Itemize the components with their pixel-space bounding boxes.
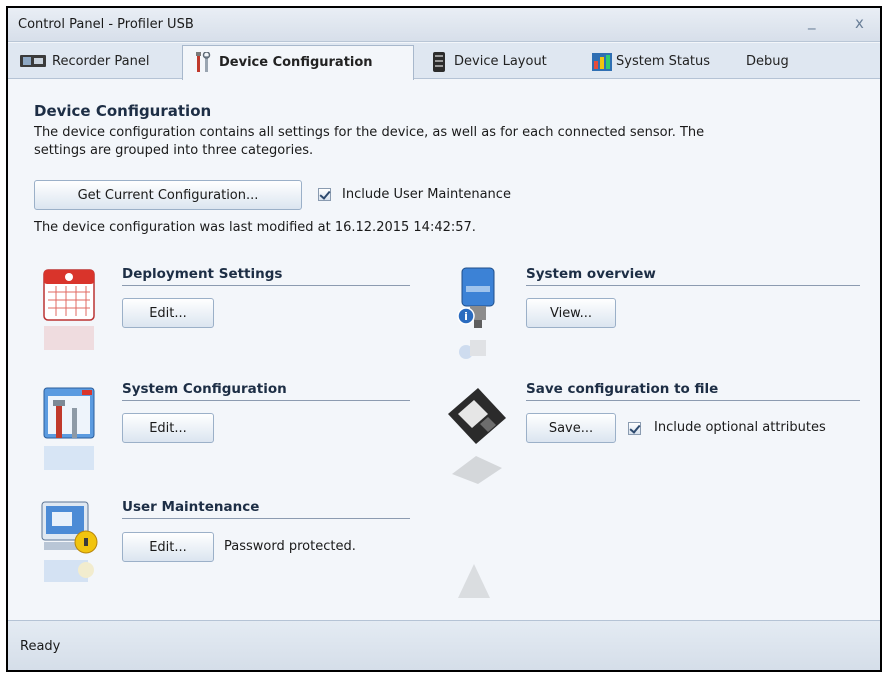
tab-label: Debug	[746, 54, 789, 69]
tab-device-configuration[interactable]: Device Configuration	[182, 45, 414, 80]
recorder-panel-icon	[20, 54, 46, 72]
device-layout-icon	[432, 52, 446, 76]
password-protected-text: Password protected.	[224, 539, 356, 554]
page-description: The device configuration contains all se…	[34, 125, 705, 158]
sensor-info-icon: i	[452, 266, 504, 370]
section-divider	[122, 518, 410, 519]
deployment-settings-title: Deployment Settings	[122, 266, 283, 282]
svg-text:i: i	[464, 310, 468, 323]
tools-window-icon	[42, 386, 100, 482]
computer-lock-icon	[40, 500, 102, 596]
minimize-button[interactable]: _	[808, 12, 816, 30]
tab-system-status[interactable]: System Status	[586, 45, 736, 79]
tab-bar: Recorder Panel Device Configuration Devi…	[8, 43, 880, 80]
tab-label: Recorder Panel	[52, 54, 150, 69]
section-divider	[122, 285, 410, 286]
status-text: Ready	[20, 639, 61, 654]
system-overview-view-button[interactable]: View...	[526, 298, 616, 328]
tab-label: Device Configuration	[219, 55, 373, 70]
tab-label: System Status	[616, 54, 711, 69]
section-divider	[526, 285, 860, 286]
include-user-maintenance-label: Include User Maintenance	[342, 187, 511, 202]
section-divider	[526, 400, 860, 401]
get-current-configuration-button[interactable]: Get Current Configuration...	[34, 180, 302, 210]
close-button[interactable]: x	[855, 14, 864, 32]
tab-debug[interactable]: Debug	[746, 45, 806, 79]
last-modified-text: The device configuration was last modifi…	[34, 220, 476, 235]
control-panel-window: Control Panel - Profiler USB _ x Recorde…	[6, 6, 882, 672]
window-title: Control Panel - Profiler USB	[18, 17, 194, 32]
include-optional-attributes-label: Include optional attributes	[654, 420, 826, 435]
calendar-icon	[40, 268, 98, 364]
device-configuration-panel: Device Configuration The device configur…	[8, 80, 880, 620]
system-configuration-title: System Configuration	[122, 381, 287, 397]
tab-device-layout[interactable]: Device Layout	[422, 45, 582, 79]
include-user-maintenance-checkbox[interactable]	[318, 188, 331, 201]
include-optional-attributes-checkbox[interactable]	[628, 422, 641, 435]
tab-recorder-panel[interactable]: Recorder Panel	[14, 45, 176, 79]
save-configuration-button[interactable]: Save...	[526, 413, 616, 443]
deployment-settings-edit-button[interactable]: Edit...	[122, 298, 214, 328]
system-configuration-edit-button[interactable]: Edit...	[122, 413, 214, 443]
reflection-decoration	[454, 560, 494, 604]
user-maintenance-edit-button[interactable]: Edit...	[122, 532, 214, 562]
tools-icon	[195, 51, 211, 78]
status-bar: Ready	[8, 620, 880, 670]
title-bar: Control Panel - Profiler USB _ x	[8, 8, 880, 42]
floppy-disk-icon	[444, 384, 510, 488]
tab-label: Device Layout	[454, 54, 547, 69]
system-overview-title: System overview	[526, 266, 656, 282]
system-status-icon	[592, 53, 612, 75]
page-title: Device Configuration	[34, 102, 212, 120]
save-configuration-title: Save configuration to file	[526, 381, 719, 397]
user-maintenance-title: User Maintenance	[122, 499, 260, 515]
section-divider	[122, 400, 410, 401]
